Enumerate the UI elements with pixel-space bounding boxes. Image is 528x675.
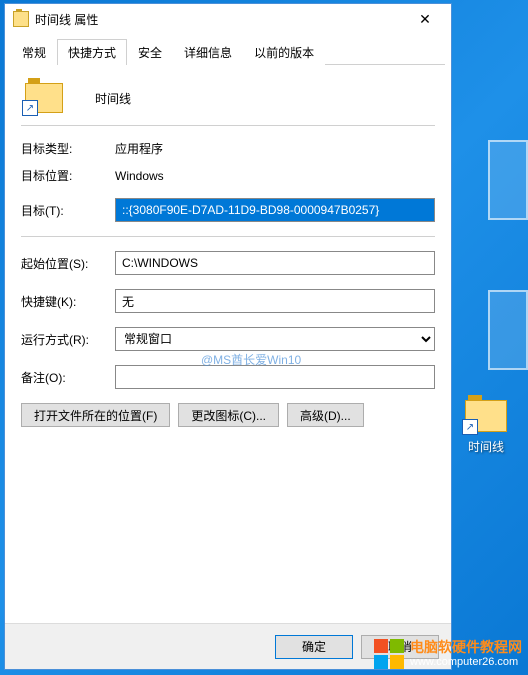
desktop-bg-decoration: [488, 140, 528, 220]
ok-button[interactable]: 确定: [275, 635, 353, 659]
brand-line1: 电脑软硬件教程网: [410, 640, 522, 655]
shortcut-key-label: 快捷键(K):: [21, 293, 115, 310]
shortcut-key-input[interactable]: [115, 289, 435, 313]
close-button[interactable]: ✕: [405, 5, 445, 33]
shortcut-arrow-icon: ↗: [22, 100, 38, 116]
windows-logo-icon: [374, 639, 404, 669]
comment-input[interactable]: [115, 365, 435, 389]
window-title: 时间线 属性: [35, 11, 405, 28]
divider: [21, 236, 435, 237]
properties-dialog: 时间线 属性 ✕ 常规 快捷方式 安全 详细信息 以前的版本 ↗ 时间线 目标类…: [4, 3, 452, 670]
tab-security[interactable]: 安全: [127, 39, 173, 65]
target-type-label: 目标类型:: [21, 140, 115, 157]
target-type-value: 应用程序: [115, 140, 163, 157]
target-location-value: Windows: [115, 169, 164, 183]
shortcut-name: 时间线: [95, 90, 131, 107]
tab-strip: 常规 快捷方式 安全 详细信息 以前的版本: [11, 38, 445, 65]
tab-general[interactable]: 常规: [11, 39, 57, 65]
brand-watermark: 电脑软硬件教程网 www.computer26.com: [374, 639, 522, 669]
desktop-bg-decoration: [488, 290, 528, 370]
target-label: 目标(T):: [21, 202, 115, 219]
advanced-button[interactable]: 高级(D)...: [287, 403, 364, 427]
titlebar[interactable]: 时间线 属性 ✕: [5, 4, 451, 34]
desktop-shortcut-label: 时间线: [468, 438, 504, 455]
tab-previous-versions[interactable]: 以前的版本: [243, 39, 325, 65]
tab-details[interactable]: 详细信息: [173, 39, 243, 65]
target-location-label: 目标位置:: [21, 167, 115, 184]
change-icon-button[interactable]: 更改图标(C)...: [178, 403, 279, 427]
open-file-location-button[interactable]: 打开文件所在的位置(F): [21, 403, 170, 427]
start-in-label: 起始位置(S):: [21, 255, 115, 272]
shortcut-arrow-icon: ↗: [462, 419, 478, 435]
desktop-shortcut[interactable]: ↗ 时间线: [459, 400, 513, 455]
run-select[interactable]: 常规窗口: [115, 327, 435, 351]
folder-shortcut-icon: ↗: [25, 83, 63, 113]
run-label: 运行方式(R):: [21, 331, 115, 348]
start-in-input[interactable]: [115, 251, 435, 275]
tab-content: ↗ 时间线 目标类型: 应用程序 目标位置: Windows 目标(T): 起始…: [5, 65, 451, 623]
brand-line2: www.computer26.com: [410, 656, 522, 668]
folder-shortcut-icon: ↗: [465, 400, 507, 432]
tab-shortcut[interactable]: 快捷方式: [57, 39, 127, 65]
comment-label: 备注(O):: [21, 369, 115, 386]
folder-shortcut-icon: [13, 11, 29, 27]
target-input[interactable]: [115, 198, 435, 222]
